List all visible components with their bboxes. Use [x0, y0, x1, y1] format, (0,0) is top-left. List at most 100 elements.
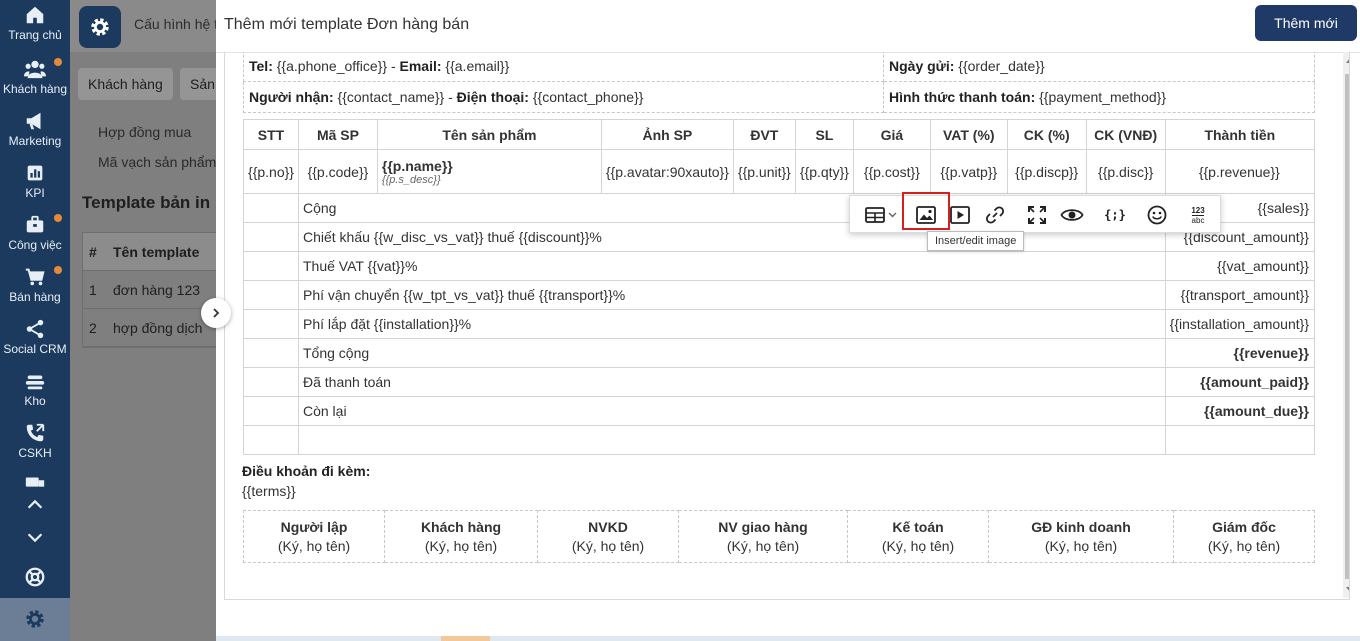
payment-value: {{payment_method}}: [1039, 89, 1167, 105]
background-title: Cấu hình hệ t: [134, 16, 216, 32]
table-row[interactable]: 1 đơn hàng 123: [83, 271, 216, 309]
fullscreen-button[interactable]: [1020, 199, 1054, 231]
tab-products[interactable]: Sản: [180, 68, 216, 100]
nav-item-marketing[interactable]: Marketing: [0, 106, 70, 158]
gear-icon: [91, 18, 109, 36]
insert-media-button[interactable]: [942, 199, 978, 231]
preview-button[interactable]: [1054, 199, 1090, 231]
word-count-button[interactable]: 123 abc: [1180, 199, 1216, 231]
megaphone-icon: [26, 112, 41, 130]
signature-cell[interactable]: NVKD (Ký, họ tên): [537, 510, 679, 563]
link-purchase-contract[interactable]: Hợp đồng mua: [98, 124, 191, 140]
summary-row[interactable]: Thuế VAT {{vat}}% {{vat_amount}}: [243, 251, 1316, 281]
empty-row[interactable]: [243, 425, 1316, 455]
bottom-indicator: [441, 636, 490, 641]
recipient-cell[interactable]: Người nhận: {{contact_name}} - Điện thoạ…: [243, 81, 884, 113]
code-sample-button[interactable]: {;}: [1098, 199, 1132, 231]
contact-info-cell[interactable]: Tel: {{a.phone_office}} - Email: {{a.ema…: [243, 52, 884, 82]
cell-no: {{p.no}}: [243, 149, 299, 194]
date-value: {{order_date}}: [958, 58, 1045, 74]
media-icon: [950, 206, 970, 224]
summary-row[interactable]: Phí lắp đặt {{installation}}% {{installa…: [243, 309, 1316, 339]
signature-cell[interactable]: Kế toán (Ký, họ tên): [847, 510, 989, 563]
warehouse-icon: [25, 375, 45, 390]
signature-note: (Ký, họ tên): [1044, 537, 1118, 554]
nav-label: Trang chủ: [8, 28, 62, 42]
signature-cell[interactable]: Giám đốc (Ký, họ tên): [1173, 510, 1315, 563]
add-button[interactable]: Thêm mới: [1255, 5, 1357, 41]
product-row[interactable]: {{p.no}} {{p.code}} {{p.name}} {{p.s_desc…: [243, 149, 1316, 194]
code-sample-icon: {;}: [1104, 208, 1126, 222]
rich-text-editor[interactable]: Tel: {{a.phone_office}} - Email: {{a.ema…: [224, 52, 1350, 600]
signature-title: Giám đốc: [1212, 518, 1276, 535]
row-name: hợp đồng dịch: [113, 319, 203, 336]
separator: -: [444, 89, 457, 105]
payment-method-cell[interactable]: Hình thức thanh toán: {{payment_method}}: [883, 81, 1315, 113]
chevron-right-icon: [213, 308, 220, 318]
summary-row[interactable]: Phí vận chuyển {{w_tpt_vs_vat}} thuế {{t…: [243, 280, 1316, 310]
summary-value: {{installation_amount}}: [1164, 309, 1316, 339]
chevron-down-icon[interactable]: [24, 526, 46, 548]
signature-cell[interactable]: GĐ kinh doanh (Ký, họ tên): [988, 510, 1174, 563]
nav-item-customers[interactable]: Khách hàng: [0, 54, 70, 106]
row-number: 2: [89, 319, 97, 336]
insert-link-button[interactable]: [978, 199, 1012, 231]
summary-value: {{revenue}}: [1164, 338, 1316, 368]
summary-value: {{vat_amount}}: [1164, 251, 1316, 281]
signature-cell[interactable]: Khách hàng (Ký, họ tên): [384, 510, 538, 563]
nav-label: Social CRM: [3, 342, 67, 356]
summary-label: Thuế VAT {{vat}}%: [297, 251, 1166, 281]
signature-note: (Ký, họ tên): [424, 537, 498, 554]
header-cell: #: [89, 243, 97, 260]
editor-scrollbar[interactable]: [1343, 52, 1349, 598]
signature-cell[interactable]: NV giao hàng (Ký, họ tên): [678, 510, 848, 563]
cell-unit: {{p.unit}}: [732, 149, 796, 194]
scroll-up-arrow[interactable]: [1346, 58, 1349, 63]
header-cell: Tên sản phẩm: [376, 119, 602, 150]
fullscreen-icon: [1028, 206, 1046, 224]
table-row[interactable]: 2 hợp đồng dịch: [83, 309, 216, 347]
signature-cell[interactable]: Người lập (Ký, họ tên): [243, 510, 385, 563]
signature-note: (Ký, họ tên): [881, 537, 955, 554]
collapse-panel-button[interactable]: [201, 298, 231, 328]
summary-row[interactable]: Đã thanh toán {{amount_paid}}: [243, 367, 1316, 397]
nav-label: Công việc: [8, 238, 62, 252]
summary-row[interactable]: Còn lại {{amount_due}}: [243, 396, 1316, 426]
product-desc: {{p.s_desc}}: [381, 173, 441, 186]
nav-item-tasks[interactable]: Công việc: [0, 210, 70, 262]
truck-icon[interactable]: [24, 472, 46, 494]
header-cell: Tên template: [113, 243, 200, 260]
summary-label: Tổng cộng: [297, 338, 1166, 368]
settings-tile[interactable]: [79, 6, 121, 48]
summary-row[interactable]: Tổng cộng {{revenue}}: [243, 338, 1316, 368]
tab-customers[interactable]: Khách hàng: [78, 68, 173, 100]
settings-nav-item[interactable]: [0, 598, 70, 641]
cell-code: {{p.code}}: [297, 149, 378, 194]
nav-item-sales[interactable]: Bán hàng: [0, 262, 70, 314]
emoticons-button[interactable]: [1140, 199, 1174, 231]
cell-discp: {{p.discp}}: [1006, 149, 1087, 194]
nav-item-customer-care[interactable]: CSKH: [0, 418, 70, 470]
signature-title: NV giao hàng: [718, 518, 808, 535]
gear-icon: [26, 610, 44, 628]
link-product-barcode[interactable]: Mã vạch sản phẩm: [98, 154, 216, 170]
table-button[interactable]: [860, 199, 902, 231]
bottom-strip: [216, 636, 1360, 641]
cell-disc: {{p.disc}}: [1085, 149, 1166, 194]
preview-icon: [1060, 209, 1084, 221]
scroll-down-arrow[interactable]: [1346, 587, 1349, 592]
cart-icon: [25, 268, 45, 286]
nav-item-warehouse[interactable]: Kho: [0, 366, 70, 418]
tel-label: Tel:: [249, 58, 273, 74]
signature-note: (Ký, họ tên): [571, 537, 645, 554]
nav-item-social-crm[interactable]: Social CRM: [0, 314, 70, 366]
order-date-cell[interactable]: Ngày gửi: {{order_date}}: [883, 52, 1315, 82]
table-icon: [865, 207, 897, 223]
nav-item-home[interactable]: Trang chủ: [0, 0, 70, 52]
editor-context-toolbar: {;} 123 abc: [849, 192, 1221, 233]
scroll-thumb[interactable]: [1345, 74, 1349, 579]
nav-item-kpi[interactable]: KPI: [0, 158, 70, 210]
signature-note: (Ký, họ tên): [726, 537, 800, 554]
support-icon[interactable]: [24, 566, 46, 588]
chevron-up-icon[interactable]: [24, 494, 46, 516]
